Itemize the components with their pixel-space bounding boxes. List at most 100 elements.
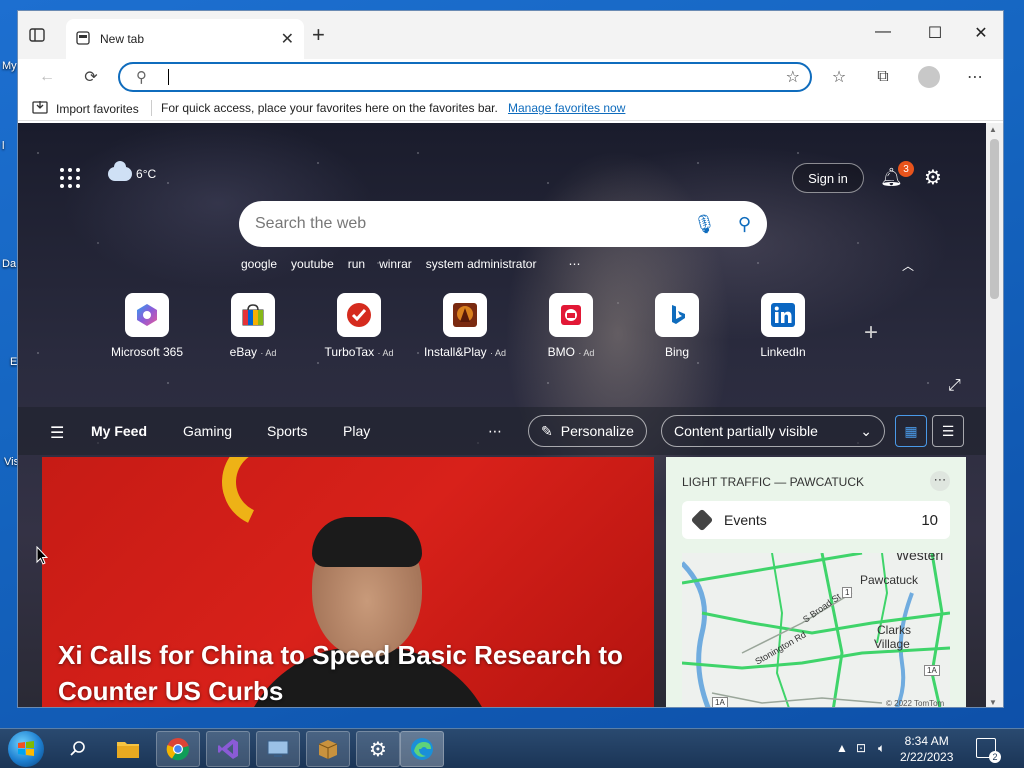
favorites-icon[interactable]: ☆ (826, 65, 852, 89)
tab-new-tab[interactable]: New tab ✕ (66, 19, 304, 59)
microphone-icon[interactable]: 🎙︎ (693, 214, 716, 235)
tab-play[interactable]: Play (343, 423, 370, 439)
map-label: Village (874, 637, 910, 651)
hamburger-menu-icon[interactable]: ☰ (50, 423, 64, 443)
expand-icon[interactable]: ⤢ (948, 377, 961, 395)
scroll-down-icon[interactable]: ▼ (989, 698, 997, 707)
chrome-icon[interactable] (156, 731, 200, 767)
manage-favorites-link[interactable]: Manage favorites now (508, 101, 625, 115)
quick-link-label: eBay (229, 345, 257, 359)
package-icon[interactable] (306, 731, 350, 767)
new-tab-page: 6 °C Sign in 🔔︎ 3 ⚙ Search the web 🎙︎ ⚲ g… (18, 123, 988, 707)
trending-item[interactable]: run (348, 257, 365, 271)
file-explorer-icon[interactable] (106, 731, 150, 767)
personalize-button[interactable]: ✎ Personalize (528, 415, 647, 447)
add-favorite-icon[interactable]: ☆ (786, 67, 800, 87)
map-label: Westerl (896, 553, 944, 563)
trending-searches: google youtube run winrar system adminis… (241, 257, 580, 271)
action-center-icon[interactable]: 2 (976, 738, 1001, 763)
visual-studio-icon[interactable] (206, 731, 250, 767)
import-favorites-button[interactable]: Import favorites (32, 100, 139, 117)
cloud-icon (108, 161, 132, 181)
profile-avatar[interactable] (916, 65, 942, 89)
route-shield: 1A (924, 665, 940, 676)
collections-icon[interactable]: ⧉ (870, 65, 896, 89)
start-button[interactable] (8, 731, 44, 767)
maximize-button[interactable]: ☐ (912, 23, 958, 43)
search-input[interactable]: Search the web (255, 215, 671, 233)
quick-link-bmo[interactable]: BMO · Ad (518, 293, 624, 359)
desktop-icon-label[interactable]: l (2, 140, 4, 152)
featured-article-card[interactable]: Xi Calls for China to Speed Basic Resear… (42, 457, 654, 707)
tab-actions-icon[interactable] (26, 25, 48, 45)
tag-icon (690, 508, 714, 532)
trending-item[interactable]: youtube (291, 257, 334, 271)
browser-window: New tab ✕ + — ☐ ✕ ← ⟳ ⚲ ☆ ☆ ⧉ ⋯ Import f… (17, 10, 1004, 708)
trending-item[interactable]: system administrator (426, 257, 537, 271)
article-headline[interactable]: Xi Calls for China to Speed Basic Resear… (58, 637, 638, 707)
desktop-icon-label[interactable]: Da (2, 258, 16, 270)
bmo-logo-icon (549, 293, 593, 337)
close-tab-icon[interactable]: ✕ (281, 29, 294, 49)
collapse-chevron-icon[interactable]: ︿ (902, 257, 914, 274)
route-shield: 1A (712, 697, 728, 707)
tab-sports[interactable]: Sports (267, 423, 307, 439)
back-button[interactable]: ← (34, 65, 60, 89)
scrollbar-thumb[interactable] (990, 139, 999, 299)
network-icon[interactable]: ⊡ (856, 741, 866, 755)
search-icon[interactable]: ⚲ (738, 214, 751, 235)
ad-label: · Ad (377, 348, 394, 358)
search-icon[interactable] (56, 731, 100, 767)
quick-link-install-play[interactable]: Install&Play · Ad (412, 293, 518, 359)
ad-label: · Ad (490, 348, 507, 358)
close-window-button[interactable]: ✕ (958, 23, 1003, 43)
weather-widget[interactable]: 6 °C (108, 161, 157, 181)
quick-link-microsoft-365[interactable]: Microsoft 365 (94, 293, 200, 359)
content-visibility-dropdown[interactable]: Content partially visible ⌄ (661, 415, 885, 447)
traffic-map[interactable]: Westerl Pawcatuck Clarks Village Stoning… (682, 553, 950, 707)
traffic-events-row[interactable]: Events 10 (682, 501, 950, 539)
edge-icon[interactable] (400, 731, 444, 767)
import-icon (32, 100, 48, 117)
scroll-up-icon[interactable]: ▲ (989, 125, 997, 134)
page-scrollbar[interactable]: ▲ ▼ (986, 123, 1003, 707)
tab-gaming[interactable]: Gaming (183, 423, 232, 439)
add-shortcut-button[interactable]: + (864, 319, 878, 347)
volume-icon[interactable]: 🔈︎ (878, 741, 885, 756)
tab-my-feed[interactable]: My Feed (91, 423, 147, 439)
more-tabs-icon[interactable]: ⋯ (488, 423, 502, 440)
list-view-button[interactable]: ☰ (932, 415, 964, 447)
refresh-button[interactable]: ⟳ (78, 65, 104, 89)
settings-gear-icon[interactable]: ⚙ (356, 731, 400, 767)
weather-unit: °C (142, 167, 157, 181)
system-clock[interactable]: 8:34 AM 2/22/2023 (900, 733, 953, 765)
favorites-bar: Import favorites For quick access, place… (18, 95, 1003, 121)
map-label: Clarks (877, 623, 912, 637)
bing-logo-icon (655, 293, 699, 337)
more-trending-icon[interactable]: ⋯ (568, 257, 580, 271)
gear-icon[interactable]: ⚙ (924, 165, 942, 190)
events-label: Events (724, 512, 767, 528)
more-options-icon[interactable]: ⋯ (930, 471, 950, 491)
trending-item[interactable]: winrar (379, 257, 412, 271)
new-tab-button[interactable]: + (312, 24, 325, 46)
more-menu-icon[interactable]: ⋯ (962, 65, 988, 89)
address-bar[interactable]: ⚲ ☆ (118, 62, 812, 92)
quick-link-linkedin[interactable]: LinkedIn (730, 293, 836, 359)
quick-link-bing[interactable]: Bing (624, 293, 730, 359)
traffic-card[interactable]: LIGHT TRAFFIC — PAWCATUCK ⋯ Events 10 We… (666, 457, 966, 707)
quick-links: Microsoft 365 eBay · Ad TurboTax · Ad In… (94, 293, 836, 359)
search-box[interactable]: Search the web 🎙︎ ⚲ (239, 201, 767, 247)
events-count: 10 (921, 511, 938, 529)
minimize-button[interactable]: — (860, 23, 906, 41)
quick-link-turbotax[interactable]: TurboTax · Ad (306, 293, 412, 359)
sign-in-button[interactable]: Sign in (792, 163, 864, 193)
grid-view-button[interactable]: ▦ (895, 415, 927, 447)
trending-item[interactable]: google (241, 257, 277, 271)
desktop-icon-label[interactable]: My (2, 60, 17, 72)
show-hidden-icons-icon[interactable]: ▲ (836, 741, 848, 755)
quick-link-ebay[interactable]: eBay · Ad (200, 293, 306, 359)
app-launcher-icon[interactable] (60, 168, 80, 188)
remote-desktop-icon[interactable] (256, 731, 300, 767)
tab-title: New tab (100, 32, 145, 46)
